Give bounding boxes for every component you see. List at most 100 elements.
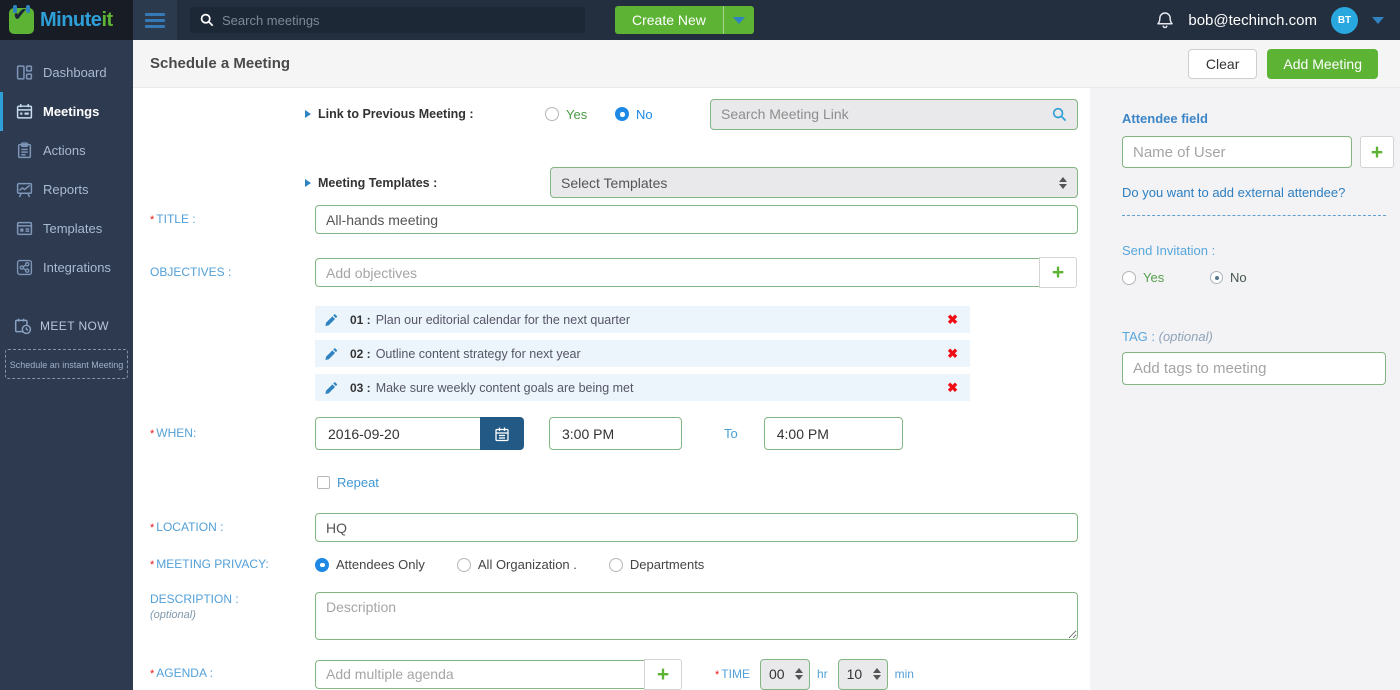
create-new-button[interactable]: Create New <box>615 6 754 34</box>
meeting-templates-label: Meeting Templates : <box>305 176 550 190</box>
user-menu-chevron-icon[interactable] <box>1372 16 1384 24</box>
sidebar-nav: Dashboard Meetings Actions Reports Templ… <box>0 40 133 690</box>
date-input[interactable]: 2016-09-20 <box>315 417 480 450</box>
radio-checked-icon <box>1210 271 1223 284</box>
link-previous-no-radio[interactable]: No <box>615 107 685 122</box>
add-attendee-button[interactable]: + <box>1360 136 1394 168</box>
plus-icon: + <box>1370 140 1384 164</box>
templates-select[interactable]: Select Templates <box>550 167 1078 198</box>
agenda-row: *AGENDA : + *TIME 00 hr 10 min <box>150 658 1090 690</box>
global-search <box>190 7 585 33</box>
privacy-all-organization-radio[interactable]: All Organization . <box>456 557 577 572</box>
add-agenda-button[interactable]: + <box>644 658 682 690</box>
edit-pencil-icon[interactable] <box>324 347 338 361</box>
description-textarea[interactable] <box>315 591 1078 640</box>
app-logo[interactable]: ✔ Minuteit <box>0 0 133 40</box>
user-email[interactable]: bob@techinch.com <box>1188 12 1317 29</box>
edit-pencil-icon[interactable] <box>324 313 338 327</box>
objectives-row: OBJECTIVES : + <box>150 257 1090 288</box>
sidebar-item-actions[interactable]: Actions <box>0 131 133 170</box>
objective-item: 02 : Outline content strategy for next y… <box>315 340 970 367</box>
objectives-input[interactable] <box>315 258 1040 287</box>
meetings-calendar-icon <box>16 104 33 119</box>
link-previous-meeting-row: Link to Previous Meeting : Yes No <box>305 98 1090 130</box>
sidebar-item-dashboard[interactable]: Dashboard <box>0 53 133 92</box>
actions-clipboard-icon <box>17 142 32 159</box>
hamburger-menu-icon[interactable] <box>133 0 177 40</box>
start-time-input[interactable]: 3:00 PM <box>549 417 682 450</box>
end-time-input[interactable]: 4:00 PM <box>763 417 903 450</box>
location-label: * LOCATION : <box>150 519 224 534</box>
add-meeting-button[interactable]: Add Meeting <box>1267 48 1378 79</box>
schedule-instant-meeting-button[interactable]: Schedule an instant Meeting <box>5 349 128 379</box>
link-previous-yes-radio[interactable]: Yes <box>545 107 615 122</box>
agenda-hours-stepper[interactable]: 00 <box>759 658 810 690</box>
to-label: To <box>724 426 738 441</box>
tag-label: TAG : (optional) <box>1122 329 1213 344</box>
radio-checked-icon <box>615 107 629 121</box>
delete-objective-icon[interactable]: ✖ <box>947 380 958 396</box>
add-objective-button[interactable]: + <box>1039 257 1077 288</box>
title-input[interactable] <box>315 205 1078 234</box>
radio-icon <box>545 107 559 121</box>
stepper-arrows-icon <box>872 668 881 681</box>
agenda-time-label: * TIME <box>715 667 750 682</box>
create-new-dropdown[interactable] <box>723 6 754 34</box>
topbar-user-area: bob@techinch.com BT <box>1156 0 1400 40</box>
tag-input[interactable] <box>1122 352 1386 385</box>
repeat-checkbox[interactable] <box>317 476 330 489</box>
objective-item: 03 : Make sure weekly content goals are … <box>315 374 970 401</box>
schedule-meeting-form: Link to Previous Meeting : Yes No Meetin… <box>133 88 1090 690</box>
external-attendee-link[interactable]: Do you want to add external attendee? <box>1122 185 1345 200</box>
date-picker: 2016-09-20 <box>315 417 524 450</box>
agenda-input[interactable] <box>315 659 645 689</box>
repeat-label: Repeat <box>337 475 379 490</box>
description-label: DESCRIPTION : (optional) <box>150 591 239 622</box>
clear-button[interactable]: Clear <box>1187 48 1258 79</box>
title-row: * TITLE : <box>150 205 1090 234</box>
sidebar-item-reports[interactable]: Reports <box>0 170 133 209</box>
calendar-picker-button[interactable] <box>480 417 524 450</box>
agenda-minutes-stepper[interactable]: 10 <box>837 658 888 690</box>
meeting-templates-row: Meeting Templates : Select Templates <box>305 167 1090 198</box>
send-invitation-yes-radio[interactable]: Yes <box>1122 270 1210 285</box>
radio-checked-icon <box>315 557 329 572</box>
search-icon[interactable] <box>1052 107 1067 122</box>
sidebar-item-templates[interactable]: Templates <box>0 209 133 248</box>
minuteit-app: ✔ Minuteit Create New bob@techinch.com B… <box>0 0 1400 690</box>
meeting-privacy-label: * MEETING PRIVACY: <box>150 557 269 571</box>
objective-item: 01 : Plan our editorial calendar for the… <box>315 306 970 333</box>
notifications-bell-icon[interactable] <box>1156 11 1174 30</box>
brand-name: Minuteit <box>40 8 113 31</box>
minutes-unit-label: min <box>894 667 914 682</box>
page-header: Schedule a Meeting Clear Add Meeting <box>133 40 1400 88</box>
send-invitation-label: Send Invitation : <box>1122 243 1216 258</box>
attendee-name-input[interactable] <box>1122 136 1352 168</box>
search-meetings-input[interactable] <box>222 12 575 28</box>
objectives-list: 01 : Plan our editorial calendar for the… <box>315 306 970 401</box>
sidebar-item-integrations[interactable]: Integrations <box>0 248 133 287</box>
objectives-label: OBJECTIVES : <box>150 264 232 279</box>
integrations-share-icon <box>16 259 33 276</box>
meeting-privacy-row: * MEETING PRIVACY: Attendees Only All Org… <box>150 557 1090 573</box>
page-title: Schedule a Meeting <box>150 55 291 72</box>
privacy-attendees-only-radio[interactable]: Attendees Only <box>315 557 425 572</box>
when-row: * WHEN: 2016-09-20 3:00 PM To 4:00 PM <box>150 417 1090 450</box>
create-new-label: Create New <box>615 6 724 34</box>
dashed-divider <box>1122 215 1386 216</box>
plus-icon: + <box>1051 261 1065 284</box>
main-content: Schedule a Meeting Clear Add Meeting Lin… <box>133 40 1400 690</box>
send-invitation-no-radio[interactable]: No <box>1210 270 1247 285</box>
triangle-right-icon <box>305 178 311 187</box>
avatar[interactable]: BT <box>1331 6 1358 34</box>
location-input[interactable] <box>315 513 1078 542</box>
meeting-link-search-input[interactable] <box>721 106 1044 122</box>
clipboard-check-logo-icon: ✔ <box>9 5 34 34</box>
when-label: * WHEN: <box>150 425 197 440</box>
sidebar-item-meetings[interactable]: Meetings <box>0 92 133 131</box>
delete-objective-icon[interactable]: ✖ <box>947 312 958 328</box>
sidebar-item-meet-now[interactable]: MEET NOW <box>0 309 133 343</box>
delete-objective-icon[interactable]: ✖ <box>947 346 958 362</box>
privacy-departments-radio[interactable]: Departments <box>608 557 704 572</box>
edit-pencil-icon[interactable] <box>324 381 338 395</box>
